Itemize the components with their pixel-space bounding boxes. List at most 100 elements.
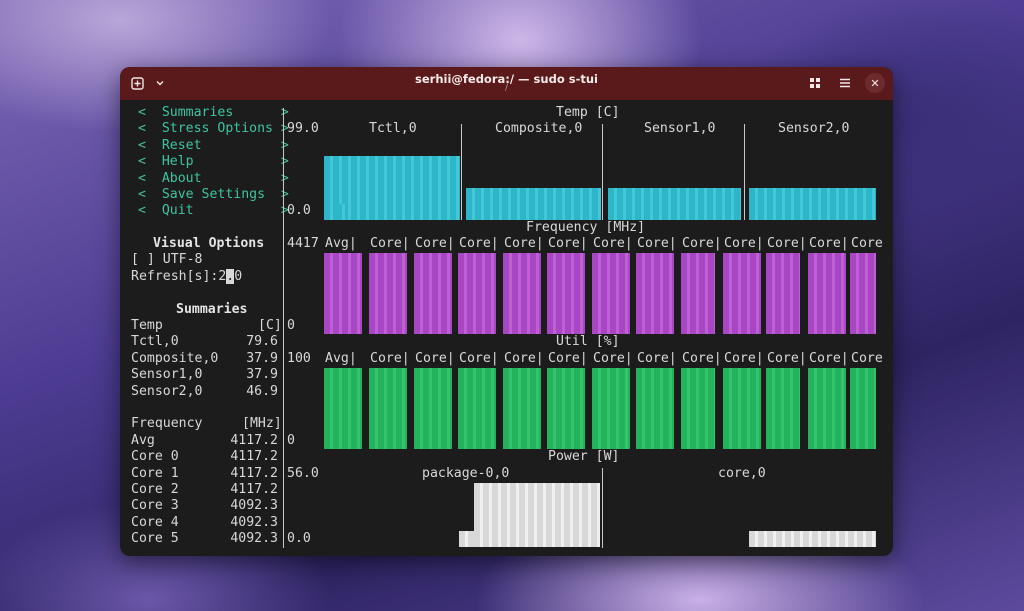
- power-series-label: package-0,0: [422, 465, 510, 481]
- temp-bar: [608, 188, 741, 220]
- util-bar: [766, 368, 800, 449]
- refresh-field[interactable]: Refresh[s]:2.0: [131, 268, 243, 285]
- freq-row-value: 4092.3: [230, 531, 278, 547]
- util-bar: [414, 368, 452, 449]
- window-subtitle: /: [504, 83, 509, 93]
- freq-graph-title: Frequency [MHz]: [526, 219, 646, 235]
- util-header: Core|: [459, 350, 499, 366]
- temp-bar-step: [324, 188, 336, 220]
- freq-row-name: Core 5: [131, 531, 179, 547]
- freq-summary-label: Frequency: [131, 416, 203, 432]
- close-icon: ✕: [870, 76, 880, 90]
- util-header: Core|: [809, 350, 849, 366]
- freq-header: Core|: [459, 236, 499, 251]
- temp-col-divider: [602, 124, 603, 220]
- util-bar: [636, 368, 674, 449]
- power-bar-package-tail: [459, 531, 474, 547]
- util-header: Core|: [767, 350, 807, 366]
- temp-graph-min: 0.0: [287, 203, 311, 219]
- freq-bar: [547, 253, 585, 334]
- util-header: Core|: [593, 350, 633, 366]
- util-header: Core|: [682, 350, 722, 366]
- power-graph-max: 56.0: [287, 465, 319, 481]
- menu-stress-options[interactable]: < Stress Options >: [138, 121, 289, 137]
- utf8-checkbox[interactable]: [ ] UTF-8: [131, 252, 202, 268]
- power-graph-title: Power [W]: [548, 449, 620, 465]
- freq-header: Core|: [593, 236, 633, 251]
- freq-header: Core|: [809, 236, 849, 251]
- menu-icon: [840, 78, 850, 88]
- hamburger-menu-button[interactable]: [835, 73, 855, 93]
- temp-series-label: Tctl,0: [369, 121, 417, 137]
- util-graph-min: 0: [287, 432, 295, 448]
- grid-icon: [810, 78, 820, 88]
- temp-col-divider: [744, 124, 745, 220]
- freq-bar: [850, 253, 876, 334]
- power-bar-package: [474, 483, 600, 547]
- util-bar: [369, 368, 407, 449]
- util-header: Avg|: [325, 350, 357, 366]
- menu-summaries[interactable]: < Summaries >: [138, 105, 289, 121]
- freq-bar: [766, 253, 800, 334]
- temp-graph-max: 99.0: [287, 121, 319, 137]
- util-bar: [324, 368, 362, 449]
- util-graph-title: Util [%]: [556, 334, 620, 350]
- refresh-value-frac: 0: [234, 268, 243, 284]
- menu-quit[interactable]: < Quit >: [138, 203, 289, 219]
- util-bar: [681, 368, 715, 449]
- freq-row-value: 4117.2: [230, 482, 278, 497]
- freq-header: Core|: [767, 236, 807, 251]
- temp-row-value: 79.6: [246, 334, 278, 350]
- freq-row-name: Core 4: [131, 514, 179, 530]
- util-header: Core|: [415, 350, 455, 366]
- close-button[interactable]: ✕: [865, 73, 885, 93]
- terminal-content: < Summaries > < Stress Options > < Reset…: [120, 100, 893, 556]
- visual-options-title: Visual Options: [153, 236, 265, 251]
- util-header: Core|: [504, 350, 544, 366]
- util-header: Core|: [724, 350, 764, 366]
- temp-row-value: 37.9: [246, 350, 278, 366]
- summaries-title: Summaries: [176, 301, 248, 317]
- power-series-label: core,0: [718, 465, 766, 481]
- freq-row-name: Core 2: [131, 482, 179, 497]
- freq-row-name: Avg: [131, 432, 155, 448]
- temp-col-divider: [461, 124, 462, 220]
- temp-series-label: Sensor1,0: [644, 121, 716, 137]
- temp-row-name: Tctl,0: [131, 334, 179, 350]
- freq-row-name: Core 3: [131, 498, 179, 514]
- temp-summary-unit: [C]: [258, 318, 282, 333]
- freq-row-value: 4117.2: [230, 465, 278, 481]
- menu-save-settings[interactable]: < Save Settings >: [138, 187, 289, 203]
- temp-row-name: Composite,0: [131, 350, 219, 366]
- freq-header: Core|: [724, 236, 764, 251]
- temp-bar: [466, 188, 601, 220]
- freq-graph-min: 0: [287, 318, 295, 333]
- menu-help[interactable]: < Help >: [138, 154, 289, 170]
- freq-bar: [503, 253, 541, 334]
- freq-header: Core|: [548, 236, 588, 251]
- freq-header: Core|: [682, 236, 722, 251]
- temp-row-name: Sensor2,0: [131, 383, 203, 399]
- power-col-divider: [602, 468, 603, 548]
- freq-header: Core|: [637, 236, 677, 251]
- freq-row-value: 4117.2: [230, 449, 278, 465]
- util-bar: [458, 368, 496, 449]
- freq-header: Core|: [504, 236, 544, 251]
- menu-reset[interactable]: < Reset >: [138, 138, 289, 154]
- temp-row-value: 37.9: [246, 367, 278, 383]
- util-bar: [850, 368, 876, 449]
- util-header: Core|: [637, 350, 677, 366]
- freq-header: Core|: [415, 236, 455, 251]
- util-bar: [503, 368, 541, 449]
- temp-graph-title: Temp [C]: [556, 105, 620, 120]
- freq-bar: [324, 253, 362, 334]
- freq-bar: [458, 253, 496, 334]
- util-header: Core: [851, 350, 883, 366]
- panel-divider: [283, 108, 284, 548]
- view-grid-button[interactable]: [805, 73, 825, 93]
- title-bar: serhii@fedora:/ — sudo s-tui / ✕: [120, 67, 893, 100]
- power-bar-core: [749, 531, 876, 547]
- freq-bar: [681, 253, 715, 334]
- freq-row-value: 4092.3: [230, 498, 278, 514]
- menu-about[interactable]: < About >: [138, 171, 289, 187]
